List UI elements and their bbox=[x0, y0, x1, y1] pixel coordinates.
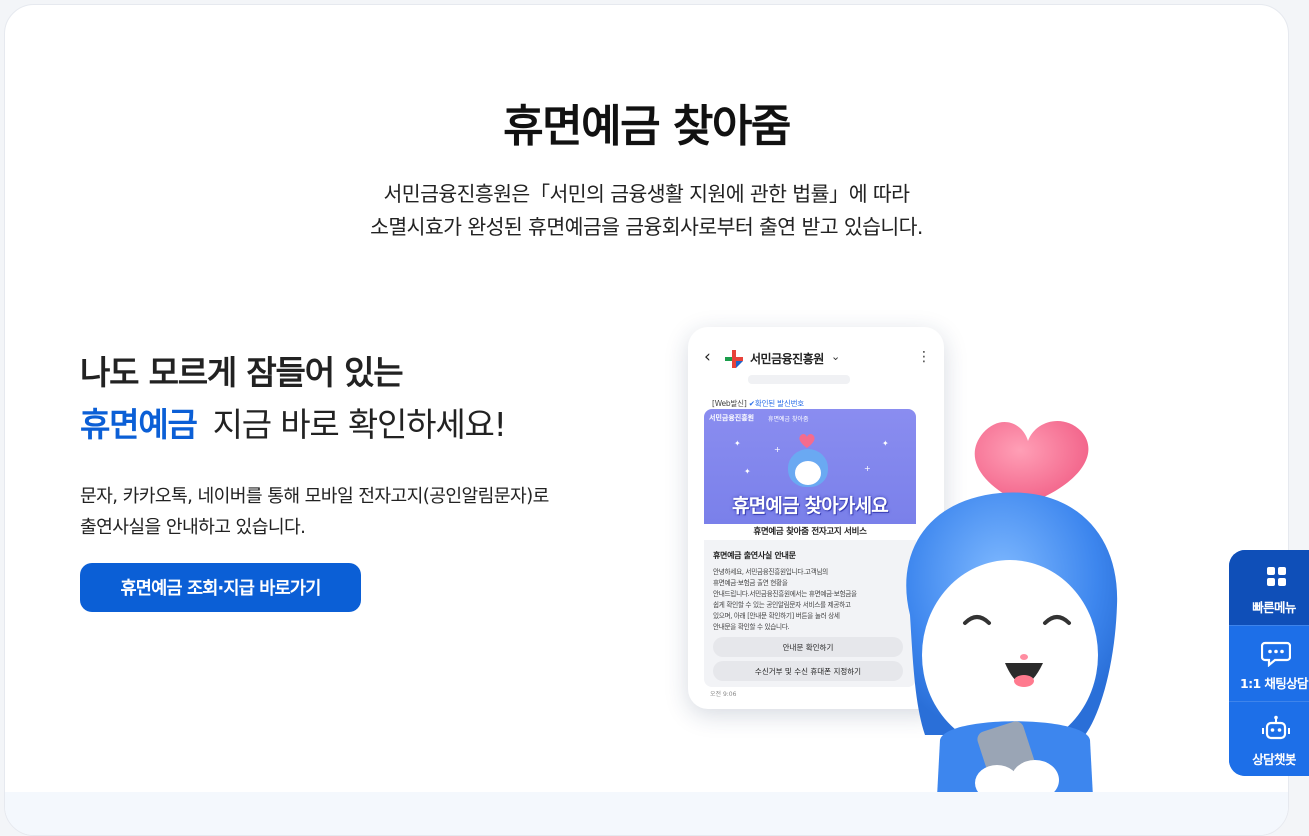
message-line: 있으며, 아래 [안내문 확인하기] 버튼을 눌러 상세 bbox=[713, 612, 840, 620]
floating-side-menu: 빠른메뉴 1:1 채팅상담 상담챗봇 bbox=[1229, 550, 1309, 776]
mascot-illustration bbox=[906, 420, 1118, 835]
chatbot-label: 상담챗봇 bbox=[1252, 752, 1296, 767]
headline-highlight: 휴면예금 bbox=[80, 405, 198, 444]
sparkle-icon: ✦ bbox=[734, 439, 741, 448]
promo-body-line: 문자, 카카오톡, 네이버를 통해 모바일 전자고지(공인알림문자)로 bbox=[80, 486, 549, 507]
kinfa-logo-icon bbox=[725, 350, 743, 368]
message-line: 안내드립니다.서민금융진흥원에서는 휴면예금·보험금을 bbox=[713, 590, 857, 598]
banner-brand: 서민금융진흥원 bbox=[709, 414, 755, 422]
page-title: 휴면예금 찾아줌 bbox=[503, 101, 791, 152]
chat-consult-button[interactable]: 1:1 채팅상담 bbox=[1229, 625, 1309, 701]
chat-bubble-icon bbox=[1261, 641, 1291, 667]
mascot-mini bbox=[788, 449, 828, 487]
promo-body-line: 출연사실을 안내하고 있습니다. bbox=[80, 517, 306, 538]
view-notice-button: 안내문 확인하기 bbox=[713, 637, 903, 657]
sender-badge: [Web발신] ✔확인된 발신번호 bbox=[712, 399, 804, 408]
quick-menu-button[interactable]: 빠른메뉴 bbox=[1229, 550, 1309, 625]
unsubscribe-button: 수신거부 및 수신 휴대폰 지정하기 bbox=[713, 661, 903, 681]
chat-consult-label: 1:1 채팅상담 bbox=[1240, 676, 1309, 691]
description-line: 소멸시효가 완성된 휴면예금을 금융회사로부터 출연 받고 있습니다. bbox=[370, 215, 923, 239]
promo-headline: 나도 모르게 잠들어 있는 휴면예금 지금 바로 확인하세요! bbox=[80, 347, 507, 451]
heart-icon bbox=[799, 433, 815, 448]
blurred-number bbox=[748, 375, 850, 384]
chevron-down-icon: ⌄ bbox=[831, 350, 841, 363]
message-line: 안내문을 확인할 수 있습니다. bbox=[713, 623, 790, 631]
chatbot-button[interactable]: 상담챗봇 bbox=[1229, 701, 1309, 776]
sparkle-icon: + bbox=[774, 445, 781, 454]
headline-rest: 지금 바로 확인하세요! bbox=[212, 405, 507, 444]
more-vertical-icon: ⋮ bbox=[917, 349, 931, 365]
message-body: 안녕하세요, 서민금융진흥원입니다.고객님의 휴면예금·보험금 출연 현황을 안… bbox=[713, 567, 909, 633]
robot-icon bbox=[1262, 715, 1290, 740]
message-time: 오전 9:06 bbox=[710, 691, 737, 698]
message-line: 쉽게 확인할 수 있는 공인알림문자 서비스를 제공하고 bbox=[713, 601, 851, 609]
content-card: 휴면예금 찾아줌 서민금융진흥원은「서민의 금융생활 지원에 관한 법률」에 따… bbox=[4, 4, 1289, 836]
dormant-deposit-lookup-button[interactable]: 휴면예금 조회·지급 바로가기 bbox=[80, 563, 361, 612]
banner-sub: 휴면예금 찾아줌 bbox=[768, 416, 809, 423]
message-heading: 휴면예금 출연사실 안내문 bbox=[713, 551, 796, 560]
message-line: 안녕하세요, 서민금융진흥원입니다.고객님의 bbox=[713, 568, 828, 576]
bottom-section bbox=[5, 792, 1288, 835]
grid-icon bbox=[1267, 567, 1286, 586]
sender-name: 서민금융진흥원 bbox=[750, 352, 824, 366]
phone-header: ‹ 서민금융진흥원 ⌄ ⋮ bbox=[688, 327, 944, 384]
back-arrow-icon: ‹ bbox=[704, 347, 711, 367]
headline-line-1: 나도 모르게 잠들어 있는 bbox=[80, 353, 404, 392]
page-description: 서민금융진흥원은「서민의 금융생활 지원에 관한 법률」에 따라 소멸시효가 완… bbox=[5, 178, 1288, 244]
quick-menu-label: 빠른메뉴 bbox=[1252, 600, 1296, 615]
description-line: 서민금융진흥원은「서민의 금융생활 지원에 관한 법률」에 따라 bbox=[383, 182, 910, 206]
promo-body: 문자, 카카오톡, 네이버를 통해 모바일 전자고지(공인알림문자)로 출연사실… bbox=[80, 481, 549, 543]
message-line: 휴면예금·보험금 출연 현황을 bbox=[713, 579, 788, 587]
sparkle-icon: ✦ bbox=[744, 467, 751, 476]
headline-line-2: 휴면예금 지금 바로 확인하세요! bbox=[80, 399, 507, 451]
sparkle-icon: + bbox=[864, 464, 871, 473]
